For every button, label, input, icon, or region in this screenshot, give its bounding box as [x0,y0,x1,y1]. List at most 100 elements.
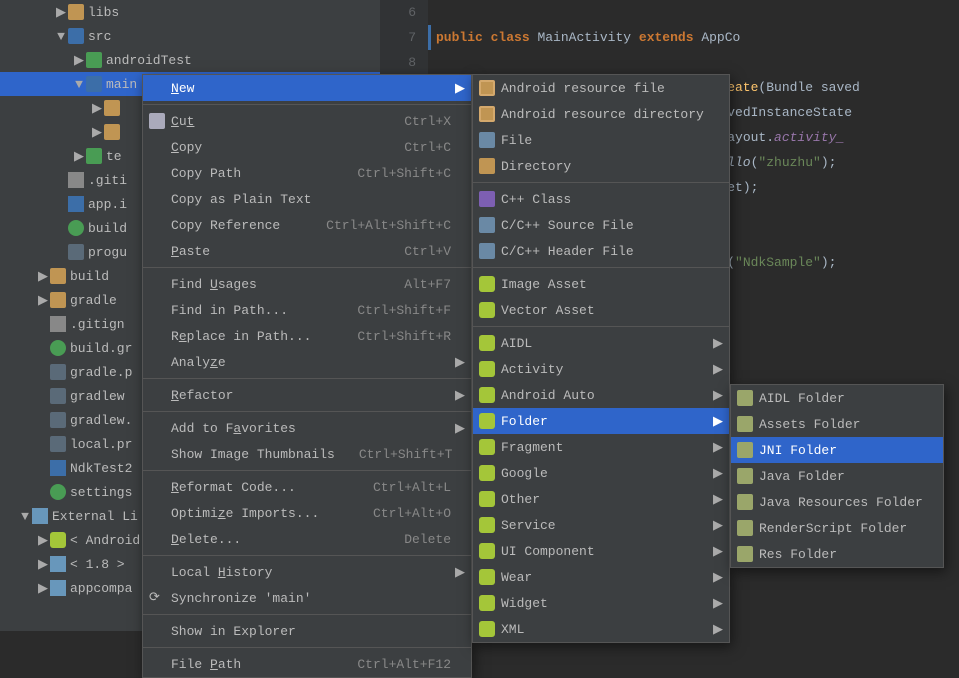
menu-item-cpp-class[interactable]: C++ Class [473,186,729,212]
menu-item-synchronize[interactable]: ⟳Synchronize 'main' [143,585,471,611]
menu-item-local-history[interactable]: Local History▶ [143,559,471,585]
menu-item-google[interactable]: Google▶ [473,460,729,486]
folder-icon [737,442,753,458]
menu-item-cut[interactable]: CutCtrl+X [143,108,471,134]
tree-icon [50,316,66,332]
tree-icon [50,364,66,380]
android-icon [479,413,495,429]
menu-item-assets-folder[interactable]: Assets Folder [731,411,943,437]
tree-icon [86,52,102,68]
menu-item-show-thumbnails[interactable]: Show Image ThumbnailsCtrl+Shift+T [143,441,471,467]
tree-icon [68,196,84,212]
menu-item-vector-asset[interactable]: Vector Asset [473,297,729,323]
tree-icon [50,436,66,452]
menu-item-activity[interactable]: Activity▶ [473,356,729,382]
android-icon [479,569,495,585]
menu-item-copy-path[interactable]: Copy PathCtrl+Shift+C [143,160,471,186]
tree-label: settings [70,485,132,500]
menu-item-image-asset[interactable]: Image Asset [473,271,729,297]
menu-item-aidl[interactable]: AIDL▶ [473,330,729,356]
menu-item-jni-folder[interactable]: JNI Folder [731,437,943,463]
menu-item-android-resource-file[interactable]: Android resource file [473,75,729,101]
menu-item-android-resource-dir[interactable]: Android resource directory [473,101,729,127]
menu-item-refactor[interactable]: Refactor▶ [143,382,471,408]
menu-item-paste[interactable]: PasteCtrl+V [143,238,471,264]
menu-item-copy[interactable]: CopyCtrl+C [143,134,471,160]
menu-item-file-path[interactable]: File PathCtrl+Alt+F12 [143,651,471,677]
tree-label: gradlew. [70,413,132,428]
menu-item-service[interactable]: Service▶ [473,512,729,538]
android-icon [479,276,495,292]
folder-icon [737,416,753,432]
menu-item-android-auto[interactable]: Android Auto▶ [473,382,729,408]
tree-label: < 1.8 > [70,557,125,572]
menu-item-res-folder[interactable]: Res Folder [731,541,943,567]
menu-item-find-in-path[interactable]: Find in Path...Ctrl+Shift+F [143,297,471,323]
tree-label: build [70,269,109,284]
menu-item-folder[interactable]: Folder▶ [473,408,729,434]
menu-item-new[interactable]: New▶ [143,75,471,101]
menu-item-other[interactable]: Other▶ [473,486,729,512]
tree-label: androidTest [106,53,192,68]
tree-label: .giti [88,173,127,188]
tree-item[interactable]: ▼src [0,24,380,48]
tree-icon [50,484,66,500]
tree-label: build.gr [70,341,132,356]
menu-item-find-usages[interactable]: Find UsagesAlt+F7 [143,271,471,297]
menu-item-c-header[interactable]: C/C++ Header File [473,238,729,264]
tree-icon [68,172,84,188]
menu-item-widget[interactable]: Widget▶ [473,590,729,616]
line-marker [428,25,431,50]
tree-icon [50,556,66,572]
android-icon [479,439,495,455]
tree-icon [86,148,102,164]
tree-label: app.i [88,197,127,212]
folder-icon [737,390,753,406]
directory-icon [479,158,495,174]
tree-icon [50,388,66,404]
folder-icon [737,468,753,484]
menu-item-copy-plain[interactable]: Copy as Plain Text [143,186,471,212]
tree-label: te [106,149,122,164]
c-source-icon [479,217,495,233]
menu-item-delete[interactable]: Delete...Delete [143,526,471,552]
menu-item-add-favorites[interactable]: Add to Favorites▶ [143,415,471,441]
tree-item[interactable]: ▶androidTest [0,48,380,72]
menu-item-java-folder[interactable]: Java Folder [731,463,943,489]
resource-dir-icon [479,106,495,122]
tree-label: progu [88,245,127,260]
tree-label: gradle [70,293,117,308]
menu-item-fragment[interactable]: Fragment▶ [473,434,729,460]
tree-label: libs [88,5,119,20]
tree-icon [50,580,66,596]
tree-icon [50,460,66,476]
tree-label: appcompa [70,581,132,596]
tree-icon [68,4,84,20]
submenu-new: Android resource file Android resource d… [472,74,730,643]
menu-item-show-explorer[interactable]: Show in Explorer [143,618,471,644]
menu-item-analyze[interactable]: Analyze▶ [143,349,471,375]
tree-icon [104,100,120,116]
folder-icon [737,546,753,562]
tree-label: main [106,77,137,92]
menu-item-copy-reference[interactable]: Copy ReferenceCtrl+Alt+Shift+C [143,212,471,238]
menu-item-java-resources-folder[interactable]: Java Resources Folder [731,489,943,515]
menu-item-c-source[interactable]: C/C++ Source File [473,212,729,238]
resource-file-icon [479,80,495,96]
menu-item-aidl-folder[interactable]: AIDL Folder [731,385,943,411]
tree-label: NdkTest2 [70,461,132,476]
menu-item-file[interactable]: File [473,127,729,153]
menu-item-wear[interactable]: Wear▶ [473,564,729,590]
menu-item-optimize-imports[interactable]: Optimize Imports...Ctrl+Alt+O [143,500,471,526]
menu-item-directory[interactable]: Directory [473,153,729,179]
tree-item[interactable]: ▶libs [0,0,380,24]
menu-item-ui-component[interactable]: UI Component▶ [473,538,729,564]
menu-item-reformat[interactable]: Reformat Code...Ctrl+Alt+L [143,474,471,500]
android-icon [479,465,495,481]
tree-icon [104,124,120,140]
menu-item-xml[interactable]: XML▶ [473,616,729,642]
menu-item-replace-in-path[interactable]: Replace in Path...Ctrl+Shift+R [143,323,471,349]
android-icon [479,387,495,403]
android-icon [479,335,495,351]
menu-item-renderscript-folder[interactable]: RenderScript Folder [731,515,943,541]
